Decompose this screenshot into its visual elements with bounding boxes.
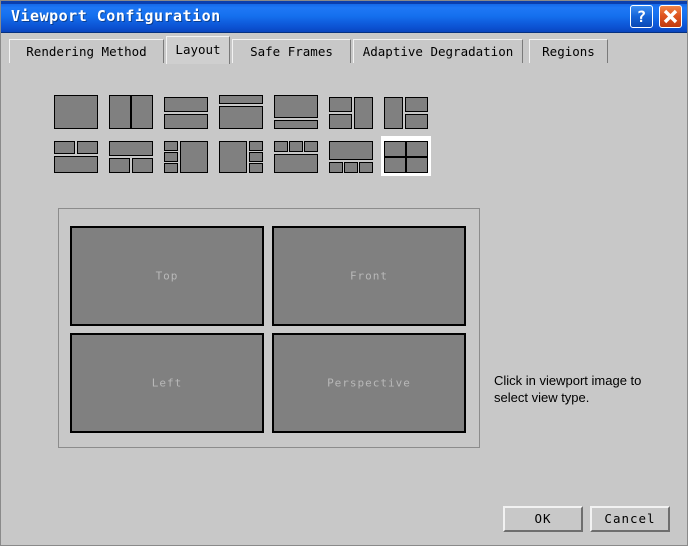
layout-pane	[359, 162, 373, 173]
layout-two-horizontal-icon[interactable]	[161, 92, 211, 132]
layout-pane	[344, 162, 358, 173]
cancel-button[interactable]: Cancel	[590, 506, 670, 532]
layout-pane	[289, 141, 303, 152]
tab-safe-frames[interactable]: Safe Frames	[232, 39, 351, 63]
layout-single-preview	[54, 95, 98, 129]
layout-pane	[131, 95, 153, 129]
viewport-configuration-dialog: Viewport Configuration ? Rendering Metho…	[0, 0, 688, 546]
viewport-left[interactable]: Left	[70, 333, 264, 433]
layout-pane	[329, 141, 373, 160]
viewport-front[interactable]: Front	[272, 226, 466, 326]
layout-pane	[329, 97, 352, 112]
layout-two-vertical-preview	[109, 95, 153, 129]
layout-pane	[54, 156, 98, 173]
layout-pane	[384, 157, 406, 173]
layout-pane	[329, 162, 343, 173]
hint-text: Click in viewport image to select view t…	[494, 373, 642, 405]
layout-left-split-right-single-icon[interactable]	[326, 92, 376, 132]
layout-pane	[164, 152, 178, 162]
layout-one-left-three-right-preview	[219, 139, 263, 173]
layout-two-horizontal-preview	[164, 95, 208, 129]
layout-pane	[329, 114, 352, 129]
layout-pane	[77, 141, 98, 154]
layout-pane	[249, 141, 263, 151]
layout-thin-top-big-bottom-preview	[219, 95, 263, 129]
layout-left-single-right-split-preview	[384, 95, 428, 129]
layout-big-top-thin-bottom-preview	[274, 95, 318, 129]
viewport-top-label: Top	[155, 269, 179, 283]
layout-top-split-bottom-full-icon[interactable]	[51, 136, 101, 176]
layout-two-vertical-icon[interactable]	[106, 92, 156, 132]
layout-thin-top-big-bottom-icon[interactable]	[216, 92, 266, 132]
layout-single-icon[interactable]	[51, 92, 101, 132]
layout-pane	[219, 95, 263, 104]
layout-pane	[274, 95, 318, 118]
layout-pane	[164, 163, 178, 173]
layout-pane	[109, 158, 130, 173]
svg-text:?: ?	[637, 7, 647, 26]
tab-rendering-method[interactable]: Rendering Method	[9, 39, 164, 63]
layout-pane	[304, 141, 318, 152]
viewport-top[interactable]: Top	[70, 226, 264, 326]
layout-four-quadrant-preview	[384, 139, 428, 173]
layout-pane	[132, 158, 153, 173]
layout-pane	[405, 97, 428, 112]
layout-pane	[384, 141, 406, 157]
viewport-preview-group: Top Front Left Perspective	[58, 208, 480, 448]
layout-big-top-thin-bottom-icon[interactable]	[271, 92, 321, 132]
layout-left-split-right-single-preview	[329, 95, 373, 129]
layout-top-full-bottom-split-preview	[109, 139, 153, 173]
layout-left-single-right-split-icon[interactable]	[381, 92, 431, 132]
viewport-left-label: Left	[151, 376, 183, 390]
layout-pane	[109, 141, 153, 156]
layout-one-left-three-right-icon[interactable]	[216, 136, 266, 176]
layout-pane	[54, 141, 75, 154]
x-glyph	[663, 9, 678, 24]
layout-top-full-bottom-split-icon[interactable]	[106, 136, 156, 176]
layout-pane	[164, 141, 178, 151]
layout-pane	[54, 95, 98, 129]
viewport-perspective[interactable]: Perspective	[272, 333, 466, 433]
layout-top-split-bottom-full-preview	[54, 139, 98, 173]
layout-pane	[274, 141, 288, 152]
layout-pane	[406, 141, 428, 157]
layout-pane	[249, 152, 263, 162]
layout-pane	[405, 114, 428, 129]
layout-pane	[406, 157, 428, 173]
layout-pane	[219, 106, 263, 129]
help-icon[interactable]: ?	[630, 5, 653, 28]
layout-pane	[180, 141, 208, 173]
layout-pane	[249, 163, 263, 173]
tab-layout[interactable]: Layout	[166, 36, 230, 64]
layout-pane	[274, 120, 318, 129]
layout-one-top-three-bottom-icon[interactable]	[326, 136, 376, 176]
layout-three-left-one-right-preview	[164, 139, 208, 173]
layout-pane	[219, 141, 247, 173]
layout-pane	[164, 97, 208, 112]
ok-button[interactable]: OK	[503, 506, 583, 532]
layout-three-top-one-bottom-icon[interactable]	[271, 136, 321, 176]
layout-pane	[274, 154, 318, 173]
title-bar: Viewport Configuration ?	[1, 1, 687, 33]
layout-one-top-three-bottom-preview	[329, 139, 373, 173]
tab-regions[interactable]: Regions	[529, 39, 608, 63]
layout-three-left-one-right-icon[interactable]	[161, 136, 211, 176]
layout-four-quadrant-icon[interactable]	[381, 136, 431, 176]
tab-adaptive-degradation[interactable]: Adaptive Degradation	[353, 39, 523, 63]
layout-three-top-one-bottom-preview	[274, 139, 318, 173]
close-icon[interactable]	[659, 5, 682, 28]
tab-strip: Rendering Method Layout Safe Frames Adaptiv…	[1, 33, 687, 66]
question-mark-glyph: ?	[637, 7, 647, 26]
viewport-front-label: Front	[349, 269, 389, 283]
viewport-perspective-label: Perspective	[327, 376, 411, 390]
window-title: Viewport Configuration	[11, 7, 221, 25]
layout-pane	[109, 95, 131, 129]
layout-pane	[164, 114, 208, 129]
layout-pane	[384, 97, 403, 129]
layout-pane	[354, 97, 373, 129]
